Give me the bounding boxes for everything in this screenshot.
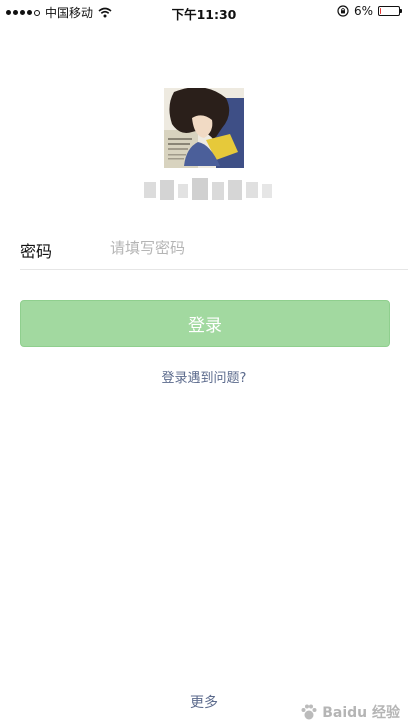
battery-level-fill — [380, 8, 381, 14]
status-right: 6% — [337, 4, 402, 18]
rotation-lock-icon — [337, 5, 349, 17]
password-input[interactable] — [110, 234, 380, 262]
password-label: 密码 — [20, 242, 53, 261]
more-link[interactable]: 更多 — [0, 692, 408, 712]
login-screen: 中国移动 下午11:30 6% 密码 登录 登录遇到问题? 更多 Baidu 经… — [0, 0, 408, 726]
status-bar: 中国移动 下午11:30 6% — [0, 0, 408, 24]
login-button[interactable]: 登录 — [20, 300, 390, 347]
username-blurred — [140, 176, 276, 206]
password-row: 密码 — [20, 228, 408, 270]
battery-percent: 6% — [353, 4, 373, 18]
login-trouble-link[interactable]: 登录遇到问题? — [0, 367, 408, 386]
avatar[interactable] — [164, 88, 244, 168]
battery-icon — [378, 6, 402, 16]
